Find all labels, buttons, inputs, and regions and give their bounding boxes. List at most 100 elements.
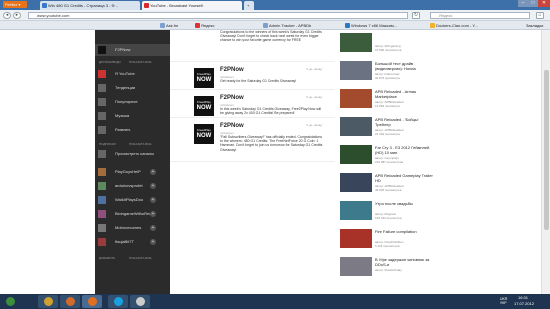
browser-tab-bar: Firefox ▾ Win 480 G1 Credits - Страница … (0, 0, 550, 10)
taskbar-firefox[interactable] (82, 295, 102, 308)
tab-label: YouTube - Broadcast Yourself. (150, 3, 204, 8)
firefox-menu-button[interactable]: Firefox ▾ (3, 1, 27, 8)
minimize-button[interactable]: – (518, 0, 528, 7)
windows-logo-icon (5, 297, 15, 306)
video-item[interactable]: Большой тест драйв (видеоверсия): Honda а… (337, 58, 437, 84)
add-icon[interactable]: + (150, 169, 156, 175)
video-item[interactable]: В Уфе задержан чиновник за DDoS-и автор: … (337, 254, 437, 280)
page-scrollbar[interactable] (541, 30, 550, 294)
bookmarks-menu[interactable]: Закладки (520, 22, 543, 29)
bookmark-icon (345, 23, 350, 28)
video-item[interactable]: автор: 3Dingaming 67 800 просмотров (337, 30, 437, 56)
sidebar-item-subscription[interactable]: Moforcecomes + (95, 222, 170, 234)
taskbar-skype[interactable] (108, 295, 128, 308)
clock-date[interactable]: 17.07.2012 (514, 301, 534, 306)
add-icon[interactable]: + (150, 183, 156, 189)
sidebar-item-subscription[interactable]: WalkItPlaysDoo + (95, 194, 170, 206)
youtube-icon (98, 70, 106, 78)
taskbar-explorer[interactable] (38, 295, 58, 308)
channel-avatar (98, 210, 106, 218)
start-button[interactable] (2, 295, 18, 308)
youtube-favicon-icon (144, 3, 149, 8)
add-icon[interactable]: + (150, 211, 156, 217)
add-icon[interactable]: + (150, 197, 156, 203)
bookmark-item[interactable]: Яндекс (195, 22, 214, 29)
sidebar-item-trends[interactable]: Тенденции (95, 82, 170, 94)
video-item[interactable]: Far Cry 3 - E3 2012 Геймплей (HD) 10 мин… (337, 142, 437, 168)
add-icon[interactable]: + (150, 239, 156, 245)
post-body: Congratulations to the winners of this w… (220, 30, 322, 43)
url-bar[interactable]: www.youtube.com (28, 12, 408, 19)
video-thumbnail[interactable] (340, 89, 372, 108)
sidebar-section-header: ПОДПИСКИ ПОКАЗАТЬ ВСЕ (99, 142, 152, 146)
video-thumbnail[interactable] (340, 145, 372, 164)
channel-avatar (98, 196, 106, 204)
video-thumbnail[interactable] (340, 173, 372, 192)
video-thumbnail[interactable] (340, 229, 372, 248)
page-content: F2PNow ДРУЗЬЯ/ЛЮДИ ПОКАЗАТЬ ВСЕ Я YouTube… (0, 30, 550, 294)
bookmark-icon (430, 23, 435, 28)
folder-icon (43, 297, 53, 306)
video-thumbnail[interactable] (340, 33, 372, 52)
channel-avatar (98, 182, 106, 190)
new-tab-button[interactable]: + (244, 1, 254, 10)
sidebar-item-subscription[interactable]: arduinovsprofet + (95, 180, 170, 192)
sidebar-item-entertainment[interactable]: Развлеч. (95, 124, 170, 136)
search-input[interactable]: Яндекс (430, 12, 530, 19)
channel-avatar (98, 224, 106, 232)
bookmark-item[interactable]: Admin Tracker - APBDb (263, 22, 311, 29)
scrollbar-thumb[interactable] (544, 70, 549, 230)
post-time: 5 дн. назад (306, 67, 322, 71)
video-thumbnail[interactable] (340, 257, 372, 276)
sidebar-item-subscription[interactable]: BioingameWithoRedz + (95, 208, 170, 220)
clock-time[interactable]: 16:31 (518, 295, 528, 300)
bookmark-icon (263, 23, 268, 28)
post-body: In this week's Saturday G1 Credits Givea… (220, 107, 322, 116)
video-item[interactable]: Утро после свадьбы автор: Magnatz 152 443… (337, 198, 437, 224)
bookmark-item[interactable]: Ask.fm (160, 22, 178, 29)
bookmark-item[interactable]: Dockers-Clan.com - Y... (430, 22, 478, 29)
sidebar-item-f2pnow[interactable]: F2PNow (95, 44, 170, 56)
sidebar-section-header: ДОБАВИТЬ ПОКАЗАТЬ ВСЕ (99, 256, 152, 260)
feed-post[interactable]: Free2Play NOW F2PNow публикует 5 дн. наза… (170, 90, 335, 118)
video-item[interactable]: APB Reloaded - Armas Marketplace автор: A… (337, 86, 437, 112)
reload-icon[interactable]: ↻ (412, 12, 420, 19)
bookmark-item[interactable]: Windows 7 x86 Максим... (345, 22, 397, 29)
sidebar-item-popular[interactable]: Популярное (95, 96, 170, 108)
video-thumbnail[interactable] (340, 117, 372, 136)
sidebar-item-music[interactable]: Музыка (95, 110, 170, 122)
skype-icon (113, 297, 123, 306)
video-thumbnail[interactable] (340, 201, 372, 220)
sidebar-item-my-youtube[interactable]: Я YouTube (95, 68, 170, 80)
recommended-videos: автор: 3Dingaming 67 800 просмотров Боль… (337, 30, 437, 294)
feed-post[interactable]: Free2Play NOW F2PNow публикует 5 дн. наза… (170, 62, 335, 90)
video-item[interactable]: Fire Failure compilation автор: DouchNetD… (337, 226, 437, 252)
add-icon[interactable]: + (150, 225, 156, 231)
taskbar-media[interactable] (60, 295, 80, 308)
post-author[interactable]: F2PNow (220, 67, 244, 73)
sidebar-item-subscription[interactable]: ItsujaBit7T + (95, 236, 170, 248)
video-thumbnail[interactable] (340, 61, 372, 80)
forward-button[interactable]: ▸ (13, 12, 21, 19)
back-button[interactable]: ◂ (3, 12, 11, 19)
entertainment-icon (98, 126, 106, 134)
tab-win480[interactable]: Win 480 G1 Credits - Страница 3 - Ф... (40, 1, 140, 10)
language-indicator[interactable]: UKR УКР (500, 297, 507, 305)
post-author[interactable]: F2PNow (220, 123, 244, 129)
sidebar-item-browse-channels[interactable]: Просмотреть каналы (95, 148, 170, 160)
channel-avatar: Free2Play NOW (194, 96, 214, 116)
close-button[interactable]: ✕ (538, 0, 550, 7)
post-author[interactable]: F2PNow (220, 95, 244, 101)
sidebar-item-subscription[interactable]: PlayGuysHelP + (95, 166, 170, 178)
video-item[interactable]: APB Reloaded - 'Бойцы' Трейлер автор: APB… (337, 114, 437, 140)
sidebar-section-header: ДРУЗЬЯ/ЛЮДИ ПОКАЗАТЬ ВСЕ (99, 60, 152, 64)
video-item[interactable]: APB Reloaded Gameplay Trailer HD автор: A… (337, 170, 437, 196)
home-icon[interactable]: ⌂ (536, 12, 544, 19)
maximize-button[interactable]: □ (528, 0, 538, 7)
feed-post[interactable]: Free2Play NOW F2PNow публикует 5 дн. наза… (170, 118, 335, 162)
tab-youtube[interactable]: YouTube - Broadcast Yourself. (142, 1, 242, 10)
feed-post[interactable]: Congratulations to the winners of this w… (170, 30, 335, 62)
taskbar-notepad[interactable] (130, 295, 150, 308)
youtube-sidebar: F2PNow ДРУЗЬЯ/ЛЮДИ ПОКАЗАТЬ ВСЕ Я YouTube… (95, 30, 170, 294)
firefox-icon (87, 297, 97, 306)
